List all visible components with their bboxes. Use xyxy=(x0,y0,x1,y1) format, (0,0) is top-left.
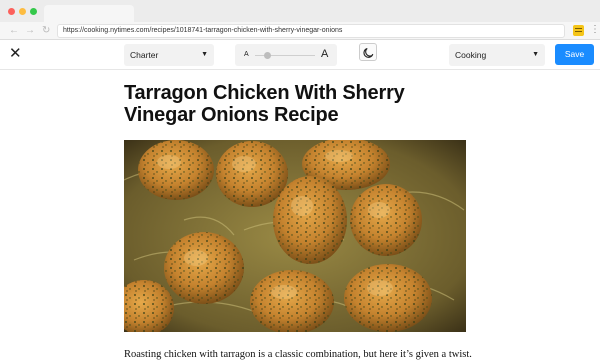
moon-icon xyxy=(363,47,374,58)
back-arrow-icon[interactable]: ← xyxy=(9,25,19,37)
url-field[interactable]: https://cooking.nytimes.com/recipes/1018… xyxy=(57,24,565,38)
save-button[interactable]: Save xyxy=(555,44,594,65)
chevron-down-icon: ▼ xyxy=(532,51,539,58)
chevron-down-icon: ▼ xyxy=(201,51,208,58)
font-size-slider-handle[interactable] xyxy=(263,52,271,59)
font-select-value: Charter xyxy=(130,50,159,60)
more-menu-icon[interactable]: ⋮ xyxy=(590,24,600,36)
font-size-small-label: A xyxy=(244,51,249,58)
collection-select-value: Cooking xyxy=(455,50,487,60)
browser-tab[interactable] xyxy=(44,5,134,22)
address-bar-area: ← → ↻ https://cooking.nytimes.com/recipe… xyxy=(0,22,600,40)
forward-arrow-icon[interactable]: → xyxy=(25,25,35,37)
minimize-window-button[interactable] xyxy=(19,8,26,15)
recipe-photo xyxy=(124,140,466,332)
browser-titlebar xyxy=(0,0,600,22)
font-size-large-label: A xyxy=(321,48,329,60)
zoom-window-button[interactable] xyxy=(30,8,37,15)
notes-extension-icon[interactable] xyxy=(573,25,584,36)
font-select[interactable]: Charter ▼ xyxy=(124,44,214,66)
font-size-control: A A xyxy=(235,44,337,66)
reader-toolbar: ✕ Charter ▼ A A Cooking ▼ Save xyxy=(0,40,600,70)
roasted-chicken-image xyxy=(124,140,466,332)
reload-icon[interactable]: ↻ xyxy=(42,25,50,37)
article-intro: Roasting chicken with tarragon is a clas… xyxy=(124,349,472,360)
article-title: Tarragon Chicken With Sherry Vinegar Oni… xyxy=(124,82,405,126)
close-icon[interactable]: ✕ xyxy=(9,46,22,62)
collection-select[interactable]: Cooking ▼ xyxy=(449,44,545,66)
font-size-slider-track[interactable] xyxy=(255,52,315,59)
theme-toggle-button[interactable] xyxy=(359,43,377,61)
close-window-button[interactable] xyxy=(8,8,15,15)
